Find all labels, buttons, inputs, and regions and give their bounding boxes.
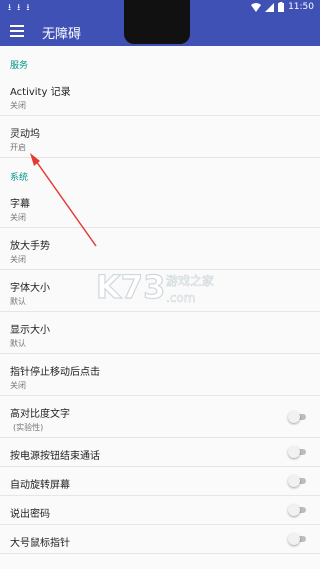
wifi-icon (251, 2, 262, 12)
camera-notch (124, 0, 190, 44)
setting-title: 字幕 (10, 199, 30, 210)
section-header-services: 服务 (10, 61, 29, 71)
setting-magnification-gestures[interactable]: 放大手势 关闭 (0, 228, 320, 270)
clock: 11:50 (288, 2, 314, 12)
download-icon: ⭳ (17, 3, 21, 13)
setting-summary: (实验性) (13, 423, 44, 432)
page-title: 无障碍 (42, 27, 82, 42)
menu-icon[interactable] (10, 25, 24, 37)
svg-text:K73: K73 (96, 268, 165, 306)
high-contrast-toggle[interactable] (288, 410, 308, 423)
setting-title: Activity 记录 (10, 87, 71, 98)
setting-summary: 关闭 (10, 381, 26, 390)
setting-auto-rotate[interactable]: 自动旋转屏幕 (0, 467, 320, 496)
large-pointer-toggle[interactable] (288, 533, 308, 545)
setting-summary: 关闭 (10, 213, 26, 222)
download-icon: ⭳ (26, 3, 30, 13)
download-icon: ⭳ (8, 3, 12, 13)
watermark-logo: K73 游戏之家 .com (96, 267, 214, 306)
svg-text:.com: .com (166, 291, 195, 305)
auto-rotate-toggle[interactable] (288, 475, 308, 487)
svg-text:游戏之家: 游戏之家 (166, 273, 214, 288)
setting-title: 按电源按钮结束通话 (10, 451, 100, 462)
setting-high-contrast-text[interactable]: 高对比度文字 (实验性) (0, 396, 320, 438)
section-header-system: 系统 (10, 173, 29, 183)
power-end-call-toggle[interactable] (288, 446, 308, 458)
setting-title: 指针停止移动后点击 (10, 367, 100, 378)
setting-title: 大号鼠标指针 (10, 538, 70, 549)
setting-summary: 默认 (10, 339, 26, 348)
setting-title: 自动旋转屏幕 (10, 480, 70, 491)
setting-speak-passwords[interactable]: 说出密码 (0, 496, 320, 525)
setting-captions[interactable]: 字幕 关闭 (0, 186, 320, 228)
battery-icon (278, 2, 285, 12)
signal-icon (265, 2, 275, 12)
setting-summary: 开启 (10, 143, 26, 152)
setting-title: 高对比度文字 (10, 409, 70, 420)
speak-password-toggle[interactable] (288, 504, 308, 516)
setting-display-size[interactable]: 显示大小 默认 (0, 312, 320, 354)
setting-activity-log[interactable]: Activity 记录 关闭 (0, 74, 320, 116)
setting-title: 放大手势 (10, 241, 50, 252)
setting-summary: 关闭 (10, 255, 26, 264)
setting-power-button-ends-call[interactable]: 按电源按钮结束通话 (0, 438, 320, 467)
setting-title: 显示大小 (10, 325, 50, 336)
setting-large-pointer[interactable]: 大号鼠标指针 (0, 525, 320, 554)
setting-dwell-click[interactable]: 指针停止移动后点击 关闭 (0, 354, 320, 396)
setting-flexible-dock[interactable]: 灵动坞 开启 (0, 116, 320, 158)
setting-title: 灵动坞 (10, 129, 40, 140)
setting-summary: 关闭 (10, 101, 26, 110)
setting-title: 说出密码 (10, 509, 50, 520)
